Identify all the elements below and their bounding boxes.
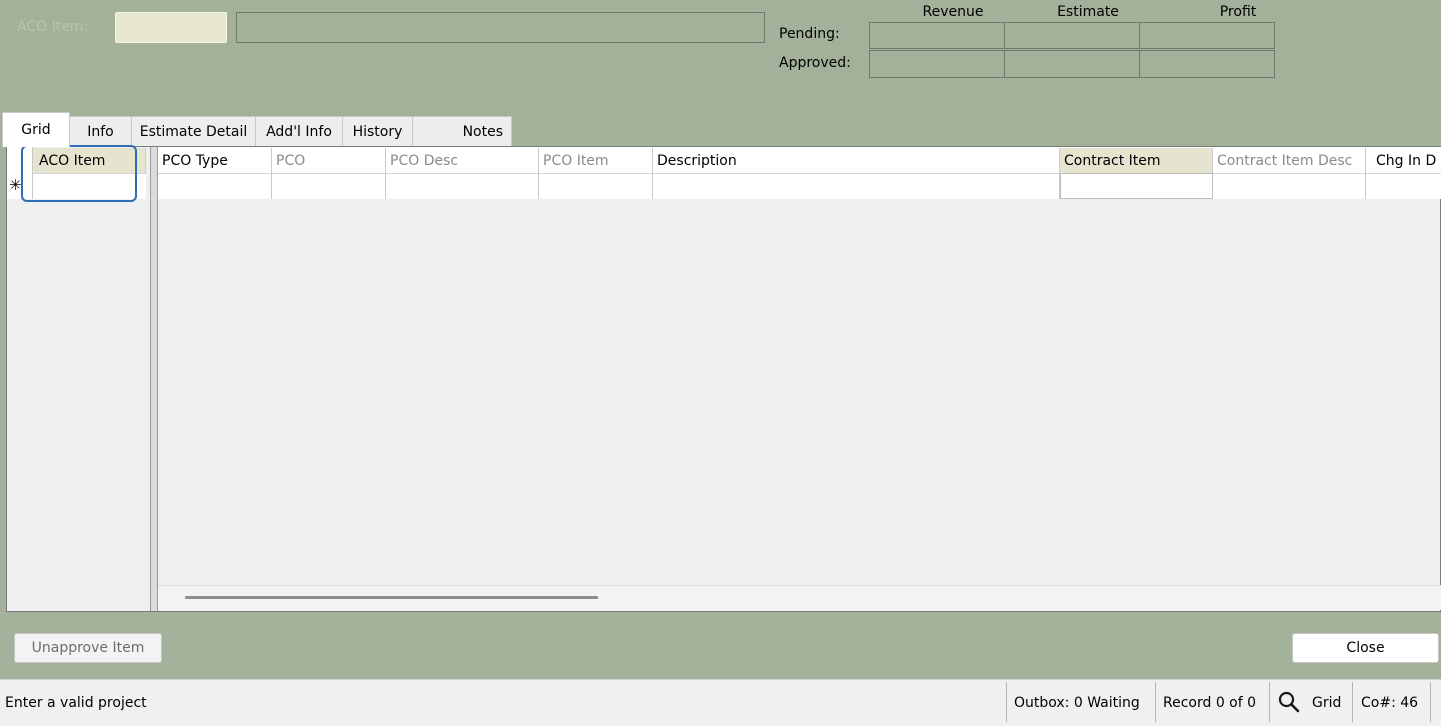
- record-count: Record 0 of 0: [1163, 695, 1257, 711]
- col-header-chg-in-date[interactable]: Chg In D: [1366, 148, 1441, 173]
- focus-highlight: [21, 145, 137, 202]
- pending-label: Pending:: [779, 26, 840, 42]
- status-message: Enter a valid project: [5, 695, 147, 711]
- cell-contract-item-desc[interactable]: [1213, 173, 1366, 199]
- cell-pco[interactable]: [272, 173, 386, 199]
- aco-description-input[interactable]: [236, 12, 765, 43]
- grid-panel: [6, 146, 1441, 612]
- status-divider: [1430, 682, 1431, 722]
- cell-pco-item[interactable]: [539, 173, 653, 199]
- tab-grid[interactable]: Grid: [2, 112, 70, 147]
- status-divider: [1155, 682, 1156, 722]
- approved-estimate-field: [1004, 50, 1140, 78]
- tab-estimate-detail[interactable]: Estimate Detail: [131, 116, 256, 146]
- col-header-contract-item[interactable]: Contract Item: [1060, 148, 1213, 173]
- aco-item-grid: [7, 147, 150, 611]
- grid-splitter[interactable]: [150, 147, 158, 611]
- tab-history[interactable]: History: [342, 116, 413, 146]
- cell-description[interactable]: [653, 173, 1060, 199]
- close-button[interactable]: Close: [1292, 633, 1439, 663]
- pending-revenue-field: [869, 22, 1005, 49]
- unapprove-item-button[interactable]: Unapprove Item: [14, 633, 162, 663]
- tab-notes[interactable]: Notes: [412, 116, 512, 146]
- cell-pco-desc[interactable]: [386, 173, 539, 199]
- tab-info[interactable]: Info: [69, 116, 132, 146]
- revenue-header: Revenue: [922, 4, 984, 20]
- cell-contract-item[interactable]: [1060, 173, 1213, 199]
- cell-pco-type[interactable]: [158, 173, 272, 199]
- scrollbar-thumb[interactable]: [185, 596, 598, 599]
- view-mode[interactable]: Grid: [1312, 681, 1341, 725]
- pending-profit-field: [1139, 22, 1275, 49]
- aco-item-label: ACO Item:: [17, 19, 89, 35]
- col-header-description[interactable]: Description: [653, 148, 1060, 173]
- col-header-contract-item-desc[interactable]: Contract Item Desc: [1213, 148, 1366, 173]
- cell-chg-in-date[interactable]: [1366, 173, 1441, 199]
- col-header-pco-desc[interactable]: PCO Desc: [386, 148, 539, 173]
- col-header-pco-type[interactable]: PCO Type: [158, 148, 272, 173]
- status-divider: [1352, 682, 1353, 722]
- profit-header: Profit: [1219, 4, 1257, 20]
- col-header-pco[interactable]: PCO: [272, 148, 386, 173]
- magnifier-icon[interactable]: [1277, 690, 1301, 714]
- aco-item-input[interactable]: [115, 12, 227, 43]
- status-divider: [1006, 682, 1007, 722]
- status-divider: [1269, 682, 1270, 722]
- approved-label: Approved:: [779, 55, 851, 71]
- outbox-status[interactable]: Outbox: 0 Waiting: [1014, 681, 1140, 725]
- tab-addl-info[interactable]: Add'l Info: [255, 116, 343, 146]
- new-row-marker: ✳: [9, 176, 22, 194]
- approved-profit-field: [1139, 50, 1275, 78]
- approved-revenue-field: [869, 50, 1005, 78]
- company-number: Co#: 46: [1361, 695, 1419, 711]
- pending-estimate-field: [1004, 22, 1140, 49]
- col-header-pco-item[interactable]: PCO Item: [539, 148, 653, 173]
- estimate-header: Estimate: [1057, 4, 1119, 20]
